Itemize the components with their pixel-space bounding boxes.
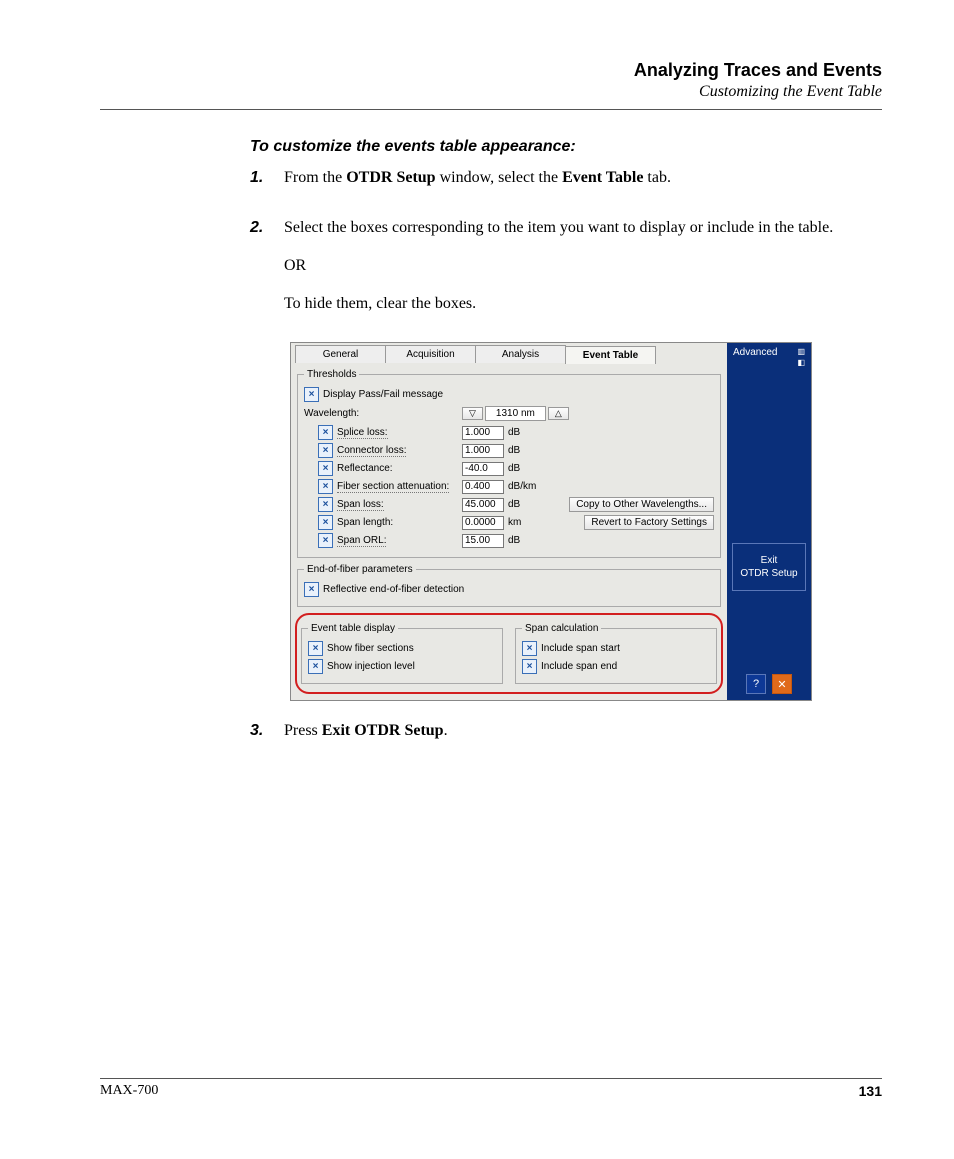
label-splice-loss: Splice loss:	[337, 427, 388, 439]
copy-wavelengths-button[interactable]: Copy to Other Wavelengths...	[569, 497, 714, 512]
end-of-fiber-legend: End-of-fiber parameters	[304, 564, 416, 575]
checkbox-splice-loss[interactable]: ×	[318, 425, 333, 440]
label-span-loss: Span loss:	[337, 499, 384, 511]
unit-reflectance: dB	[508, 463, 544, 474]
thresholds-legend: Thresholds	[304, 369, 359, 380]
checkbox-reflectance[interactable]: ×	[318, 461, 333, 476]
input-span-length[interactable]	[462, 516, 504, 530]
unit-splice-loss: dB	[508, 427, 544, 438]
span-calculation-group: Span calculation × Include span start × …	[515, 623, 717, 684]
step-number: 3.	[250, 719, 274, 757]
battery-icon: ▥	[797, 347, 805, 356]
tab-analysis[interactable]: Analysis	[475, 345, 566, 363]
input-span-orl[interactable]	[462, 534, 504, 548]
unit-span-loss: dB	[508, 499, 544, 510]
close-icon[interactable]: ✕	[772, 674, 792, 694]
label-connector-loss: Connector loss:	[337, 445, 406, 457]
end-of-fiber-group: End-of-fiber parameters × Reflective end…	[297, 564, 721, 607]
label-show-injection-level: Show injection level	[327, 661, 415, 672]
label-include-span-start: Include span start	[541, 643, 620, 654]
checkbox-include-span-start[interactable]: ×	[522, 641, 537, 656]
dialog-sidebar: Advanced ▥ ◧ Exit OTDR Setup ? ✕	[727, 343, 811, 700]
input-connector-loss[interactable]	[462, 444, 504, 458]
tab-acquisition[interactable]: Acquisition	[385, 345, 476, 363]
input-span-loss[interactable]	[462, 498, 504, 512]
checkbox-reflective-eof[interactable]: ×	[304, 582, 319, 597]
unit-fiber-section-attenuation: dB/km	[508, 481, 544, 492]
tab-event-table[interactable]: Event Table	[565, 346, 656, 364]
input-splice-loss[interactable]	[462, 426, 504, 440]
span-calculation-legend: Span calculation	[522, 623, 601, 634]
label-passfail: Display Pass/Fail message	[323, 389, 443, 400]
thresholds-group: Thresholds × Display Pass/Fail message W…	[297, 369, 721, 558]
exit-otdr-setup-button[interactable]: Exit OTDR Setup	[732, 543, 806, 591]
highlight-callout: Event table display × Show fiber section…	[295, 613, 723, 694]
checkbox-passfail[interactable]: ×	[304, 387, 319, 402]
step-number: 1.	[250, 166, 274, 204]
label-span-orl: Span ORL:	[337, 535, 386, 547]
input-reflectance[interactable]	[462, 462, 504, 476]
step-1-text: From the OTDR Setup window, select the E…	[284, 166, 882, 204]
checkbox-span-orl[interactable]: ×	[318, 533, 333, 548]
label-fiber-section-attenuation: Fiber section attenuation:	[337, 481, 449, 493]
footer-divider	[100, 1078, 882, 1079]
footer-product: MAX-700	[100, 1083, 158, 1099]
unit-span-length: km	[508, 517, 544, 528]
checkbox-show-injection-level[interactable]: ×	[308, 659, 323, 674]
unit-span-orl: dB	[508, 535, 544, 546]
page-header-title: Analyzing Traces and Events	[100, 60, 882, 81]
procedure-heading: To customize the events table appearance…	[250, 138, 882, 156]
wavelength-prev-button[interactable]: ▽	[462, 407, 483, 420]
label-reflectance: Reflectance:	[337, 463, 393, 474]
label-show-fiber-sections: Show fiber sections	[327, 643, 414, 654]
label-reflective-eof: Reflective end-of-fiber detection	[323, 584, 464, 595]
checkbox-connector-loss[interactable]: ×	[318, 443, 333, 458]
label-span-length: Span length:	[337, 517, 393, 528]
tab-general[interactable]: General	[295, 345, 386, 363]
otdr-setup-dialog: General Acquisition Analysis Event Table…	[290, 342, 812, 701]
status-icon: ◧	[797, 358, 805, 367]
checkbox-show-fiber-sections[interactable]: ×	[308, 641, 323, 656]
page-header-subtitle: Customizing the Event Table	[100, 83, 882, 101]
revert-factory-button[interactable]: Revert to Factory Settings	[584, 515, 714, 530]
step-2-text: Select the boxes corresponding to the it…	[284, 216, 882, 330]
sidebar-advanced-label[interactable]: Advanced	[733, 347, 777, 358]
checkbox-span-length[interactable]: ×	[318, 515, 333, 530]
event-table-display-group: Event table display × Show fiber section…	[301, 623, 503, 684]
step-number: 2.	[250, 216, 274, 330]
checkbox-span-loss[interactable]: ×	[318, 497, 333, 512]
label-wavelength: Wavelength:	[304, 408, 460, 419]
step-3-text: Press Exit OTDR Setup.	[284, 719, 882, 757]
label-include-span-end: Include span end	[541, 661, 617, 672]
checkbox-fiber-section-attenuation[interactable]: ×	[318, 479, 333, 494]
header-divider	[100, 109, 882, 110]
help-icon[interactable]: ?	[746, 674, 766, 694]
checkbox-include-span-end[interactable]: ×	[522, 659, 537, 674]
wavelength-next-button[interactable]: △	[548, 407, 569, 420]
wavelength-display: 1310 nm	[485, 406, 546, 421]
footer-page-number: 131	[859, 1083, 882, 1099]
unit-connector-loss: dB	[508, 445, 544, 456]
event-table-display-legend: Event table display	[308, 623, 398, 634]
input-fiber-section-attenuation[interactable]	[462, 480, 504, 494]
